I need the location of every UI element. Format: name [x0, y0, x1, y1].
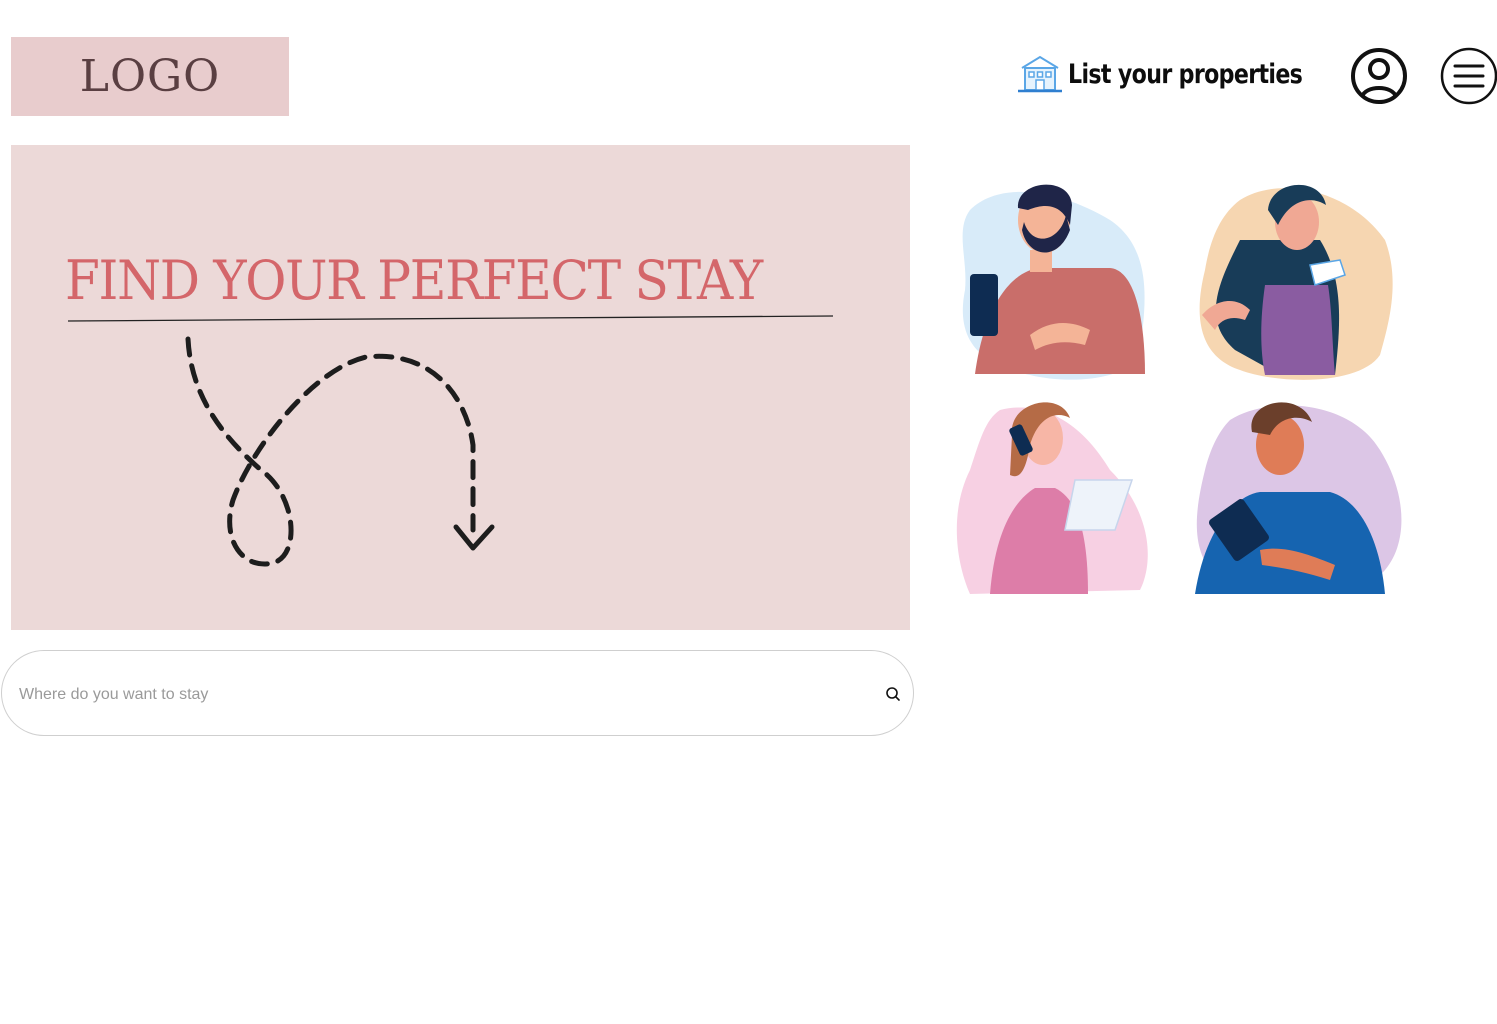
woman-with-phone-illustration	[1199, 184, 1393, 380]
logo-text: LOGO	[79, 51, 221, 102]
hero-title-underline	[67, 315, 834, 322]
list-properties-label: List your properties	[1068, 58, 1303, 90]
hamburger-menu-icon	[1440, 47, 1497, 105]
user-circle-icon	[1351, 48, 1407, 104]
search-icon[interactable]	[885, 686, 901, 702]
hero-banner: FIND YOUR PERFECT STAY	[11, 145, 910, 630]
logo[interactable]: LOGO	[11, 37, 289, 116]
dashed-loop-arrow-icon	[185, 336, 476, 567]
menu-button[interactable]	[1440, 47, 1497, 105]
man-with-tablet-illustration	[1195, 402, 1402, 594]
building-icon	[1018, 55, 1062, 93]
people-illustrations	[956, 184, 1402, 594]
search-input[interactable]	[17, 679, 841, 711]
hero-decoration	[67, 315, 834, 567]
woman-on-call-illustration	[956, 402, 1148, 594]
search-bar[interactable]	[1, 650, 914, 736]
account-button[interactable]	[1350, 47, 1408, 105]
list-properties-link[interactable]: List your properties	[1016, 52, 1354, 96]
man-with-phone-illustration	[962, 184, 1145, 380]
